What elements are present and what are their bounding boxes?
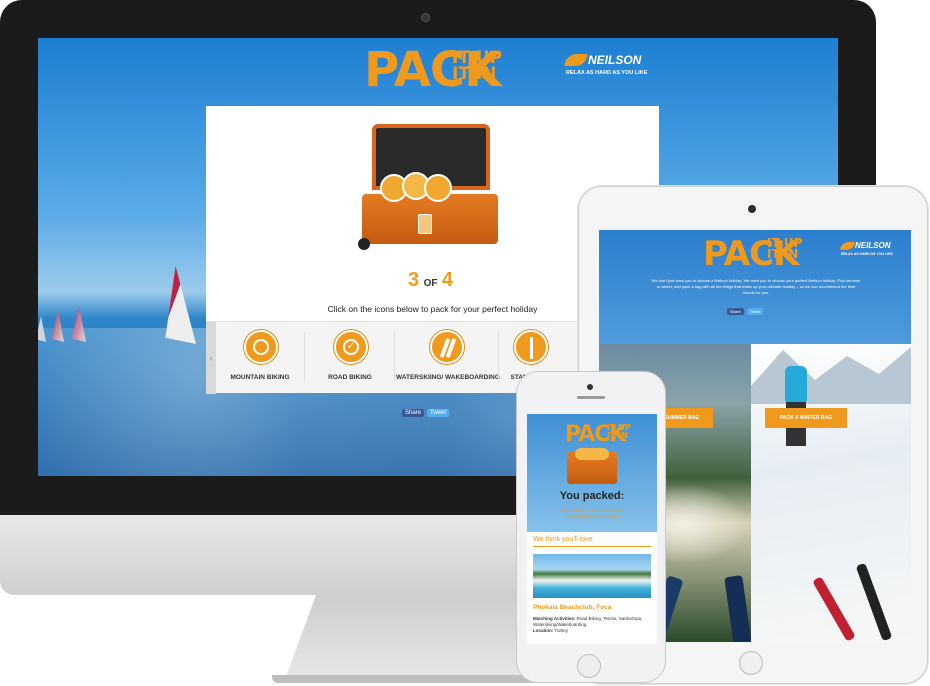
neilson-wordmark: NEILSON (855, 241, 891, 250)
ski-left (855, 562, 893, 642)
progress-indicator: 3 OF 4 (408, 269, 453, 292)
tablet-camera (748, 205, 756, 213)
neilson-tagline: RELAX AS HARD AS YOU LIKE (566, 70, 648, 76)
progress-current: 3 (408, 269, 420, 291)
neilson-wordmark: NEILSON (588, 53, 642, 67)
tablet-intro-text: We don't just want you to choose a Neils… (651, 278, 861, 295)
phone-screen: PACK IT UP IT IN You packed: Road Biking… (527, 414, 657, 644)
packed-list-text: Road Biking, Tennis, Sauna/Spa, Waterski… (559, 508, 625, 519)
twitter-tweet-button[interactable]: Tweet (746, 308, 764, 315)
facebook-share-button[interactable]: Share (402, 409, 425, 417)
mountain-bike-wheel-icon (244, 330, 278, 364)
wakeboard-right (724, 575, 752, 642)
location-label: Location: (533, 628, 554, 633)
share-bar: Share Tweet (402, 409, 450, 417)
heading-underline (533, 546, 651, 547)
phone-device: PACK IT UP IT IN You packed: Road Biking… (516, 371, 666, 683)
it-in-text: IT IN (452, 64, 497, 85)
neilson-tagline: RELAX AS HARD AS YOU LIKE (841, 252, 893, 256)
activity-waterskiing[interactable]: WATERSKIING/ WAKEBOARDING (396, 330, 500, 386)
facebook-share-button[interactable]: Share (727, 308, 744, 315)
strip-prev-arrow[interactable]: ‹ (206, 322, 216, 394)
it-in-text: IT IN (767, 247, 799, 262)
skier-jacket (785, 366, 807, 402)
progress-total: 4 (441, 269, 454, 291)
pack-logo: PACK IT UP IT IN (364, 42, 504, 102)
tablet-pack-logo: PACK IT UP IT IN (703, 234, 813, 280)
pack-winter-bag-button[interactable]: PACK A WINTER BAG (765, 408, 847, 428)
suitcase-wheel (358, 238, 370, 250)
progress-of: OF (423, 278, 438, 289)
phone-header: PACK IT UP IT IN You packed: Road Biking… (527, 414, 657, 532)
activity-label: WATERSKIING/ WAKEBOARDING (396, 374, 500, 381)
activity-label: ROAD BIKING (328, 374, 372, 381)
phone-suitcase-items (575, 448, 609, 460)
road-bike-check-icon: ✓ (334, 330, 368, 364)
suitcase-illustration (358, 124, 506, 252)
winter-panel[interactable] (751, 344, 911, 642)
winter-mountains (751, 347, 911, 404)
tablet-home-button[interactable] (739, 651, 763, 675)
windsurf-sail-2 (72, 306, 86, 342)
activity-label: MOUNTAIN BIKING (230, 374, 290, 381)
neilson-swoosh-icon (563, 54, 589, 66)
activity-road-biking[interactable]: ✓ ROAD BIKING (310, 330, 390, 386)
activity-divider (394, 332, 395, 382)
packed-item-circle-3 (424, 174, 452, 202)
resort-name: Phokaia Beachclub, Foca (533, 604, 612, 611)
location-value: Turkey (554, 628, 569, 633)
neilson-swoosh-icon (839, 242, 856, 250)
waterski-icon (430, 330, 464, 364)
paddleboard-icon (514, 330, 548, 364)
we-think-heading: We think you'll love: (533, 536, 595, 543)
phone-speaker (577, 396, 605, 399)
resort-details: Matching Activities: Road Biking, Tennis… (533, 616, 651, 634)
activity-divider (304, 332, 305, 382)
you-packed-heading: You packed: (559, 490, 625, 502)
ski-right (812, 576, 856, 642)
camera-dot (421, 13, 430, 22)
windsurf-sail-3 (52, 310, 64, 342)
neilson-logo: NEILSON RELAX AS HARD AS YOU LIKE (563, 52, 666, 82)
windsurf-sail-1 (165, 266, 196, 344)
matching-label: Matching Activities: (533, 616, 576, 621)
twitter-tweet-button[interactable]: Tweet (427, 409, 450, 417)
activity-mountain-biking[interactable]: MOUNTAIN BIKING (220, 330, 300, 386)
tablet-neilson-logo: NEILSON RELAX AS HARD AS YOU LIKE (839, 240, 909, 260)
phone-camera (587, 384, 593, 390)
luggage-tag-icon (418, 214, 432, 234)
it-in-text: IT IN (607, 430, 628, 440)
resort-photo (533, 554, 651, 598)
tablet-share-bar: Share Tweet (727, 308, 764, 315)
phone-home-button[interactable] (577, 654, 601, 678)
